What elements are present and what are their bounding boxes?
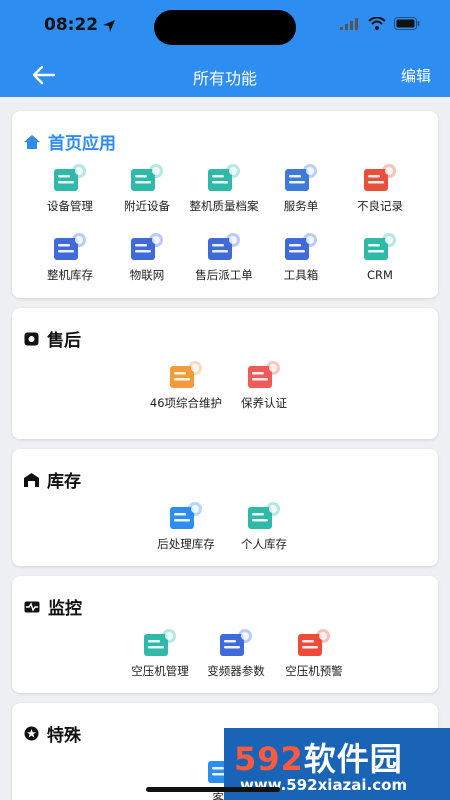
item-iot[interactable]: 物联网 bbox=[107, 232, 187, 283]
status-time: 08:22 bbox=[44, 15, 99, 35]
certification-icon bbox=[246, 360, 282, 390]
item-personal-stock[interactable]: 个人库存 bbox=[224, 501, 304, 552]
post-process-stock-icon bbox=[168, 501, 204, 531]
section-inventory: 库存 后处理库存 个人库存 bbox=[12, 449, 438, 566]
signal-icon bbox=[340, 17, 358, 30]
personal-stock-icon bbox=[246, 501, 282, 531]
service-order-icon bbox=[283, 163, 319, 193]
compressor-manage-icon bbox=[142, 628, 178, 658]
section-title-home-apps: 首页应用 bbox=[24, 129, 116, 154]
item-quality-archive[interactable]: 整机质量档案 bbox=[184, 163, 264, 214]
section-title-inventory: 库存 bbox=[24, 467, 81, 492]
content-area[interactable]: 首页应用 设备管理 附近设备 整机质量档案 服务单 不良记录 整机库存 物联网 … bbox=[0, 97, 450, 800]
section-monitoring: 监控 空压机管理 变频器参数 空压机预警 bbox=[12, 576, 438, 693]
section-title-monitoring: 监控 bbox=[24, 594, 82, 619]
status-bar: 08:22 bbox=[0, 0, 450, 55]
section-after-sales: 售后 46项综合维护 保养认证 bbox=[12, 308, 438, 439]
item-inverter-params[interactable]: 变频器参数 bbox=[196, 628, 276, 679]
iot-icon bbox=[129, 232, 165, 262]
home-indicator[interactable] bbox=[146, 787, 280, 792]
item-compressor-manage[interactable]: 空压机管理 bbox=[120, 628, 200, 679]
item-nearby-device[interactable]: 附近设备 bbox=[107, 163, 187, 214]
item-certification[interactable]: 保养认证 bbox=[224, 360, 304, 411]
item-compressor-alarm[interactable]: 空压机预警 bbox=[274, 628, 354, 679]
defect-record-icon bbox=[362, 163, 398, 193]
machine-stock-icon bbox=[52, 232, 88, 262]
warehouse-icon bbox=[24, 472, 39, 487]
location-arrow-icon bbox=[103, 20, 115, 32]
item-post-process-stock[interactable]: 后处理库存 bbox=[146, 501, 226, 552]
crm-icon bbox=[362, 232, 398, 262]
nav-bar: 所有功能 编辑 bbox=[0, 55, 450, 97]
wifi-icon bbox=[368, 17, 386, 30]
inverter-params-icon bbox=[218, 628, 254, 658]
watermark-brand: 软件园 bbox=[303, 740, 403, 778]
section-title-special: 特殊 bbox=[24, 721, 81, 746]
wrench-box-icon bbox=[24, 332, 39, 345]
page-title: 所有功能 bbox=[192, 69, 257, 88]
star-badge-icon bbox=[24, 726, 39, 741]
item-machine-stock[interactable]: 整机库存 bbox=[30, 232, 110, 283]
toolbox-icon bbox=[283, 232, 319, 262]
item-toolbox[interactable]: 工具箱 bbox=[261, 232, 341, 283]
battery-icon bbox=[394, 17, 420, 30]
item-dispatch-order[interactable]: 售后派工单 bbox=[184, 232, 264, 283]
compressor-alarm-icon bbox=[296, 628, 332, 658]
edit-button[interactable]: 编辑 bbox=[401, 65, 431, 86]
nearby-device-icon bbox=[129, 163, 165, 193]
item-device-manage[interactable]: 设备管理 bbox=[30, 163, 110, 214]
device-manage-icon bbox=[52, 163, 88, 193]
section-home-apps: 首页应用 设备管理 附近设备 整机质量档案 服务单 不良记录 整机库存 物联网 … bbox=[12, 111, 438, 298]
dynamic-island bbox=[154, 10, 296, 45]
dispatch-order-icon bbox=[206, 232, 242, 262]
watermark-number: 592 bbox=[234, 740, 304, 778]
maintenance-icon bbox=[168, 360, 204, 390]
item-defect-record[interactable]: 不良记录 bbox=[340, 163, 420, 214]
home-icon bbox=[24, 134, 40, 149]
item-service-order[interactable]: 服务单 bbox=[261, 163, 341, 214]
item-crm[interactable]: CRM bbox=[340, 232, 420, 283]
quality-archive-icon bbox=[206, 163, 242, 193]
item-maintenance[interactable]: 46项综合维护 bbox=[146, 360, 226, 411]
section-title-after-sales: 售后 bbox=[24, 326, 81, 351]
pulse-monitor-icon bbox=[24, 601, 40, 612]
